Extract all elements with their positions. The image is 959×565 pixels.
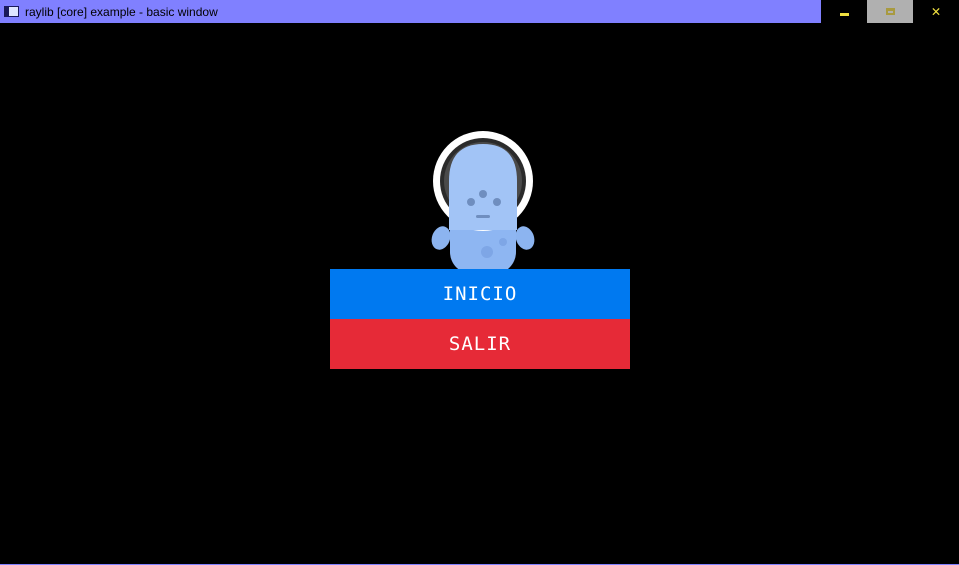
astronaut-mascot-icon [431, 131, 535, 272]
game-window: raylib [core] example - basic window ✕ I… [0, 0, 959, 565]
close-icon: ✕ [931, 2, 941, 20]
title-bar[interactable]: raylib [core] example - basic window ✕ [0, 0, 959, 23]
minimize-icon [839, 13, 849, 16]
close-button[interactable]: ✕ [913, 0, 959, 23]
app-icon [4, 6, 19, 17]
maximize-icon [885, 8, 895, 15]
inicio-label: INICIO [442, 283, 518, 305]
minimize-button[interactable] [821, 0, 867, 23]
inicio-button[interactable]: INICIO [330, 269, 630, 319]
window-controls: ✕ [821, 0, 959, 23]
maximize-button[interactable] [867, 0, 913, 23]
salir-button[interactable]: SALIR [330, 319, 630, 369]
window-title: raylib [core] example - basic window [25, 4, 218, 19]
salir-label: SALIR [448, 333, 512, 355]
